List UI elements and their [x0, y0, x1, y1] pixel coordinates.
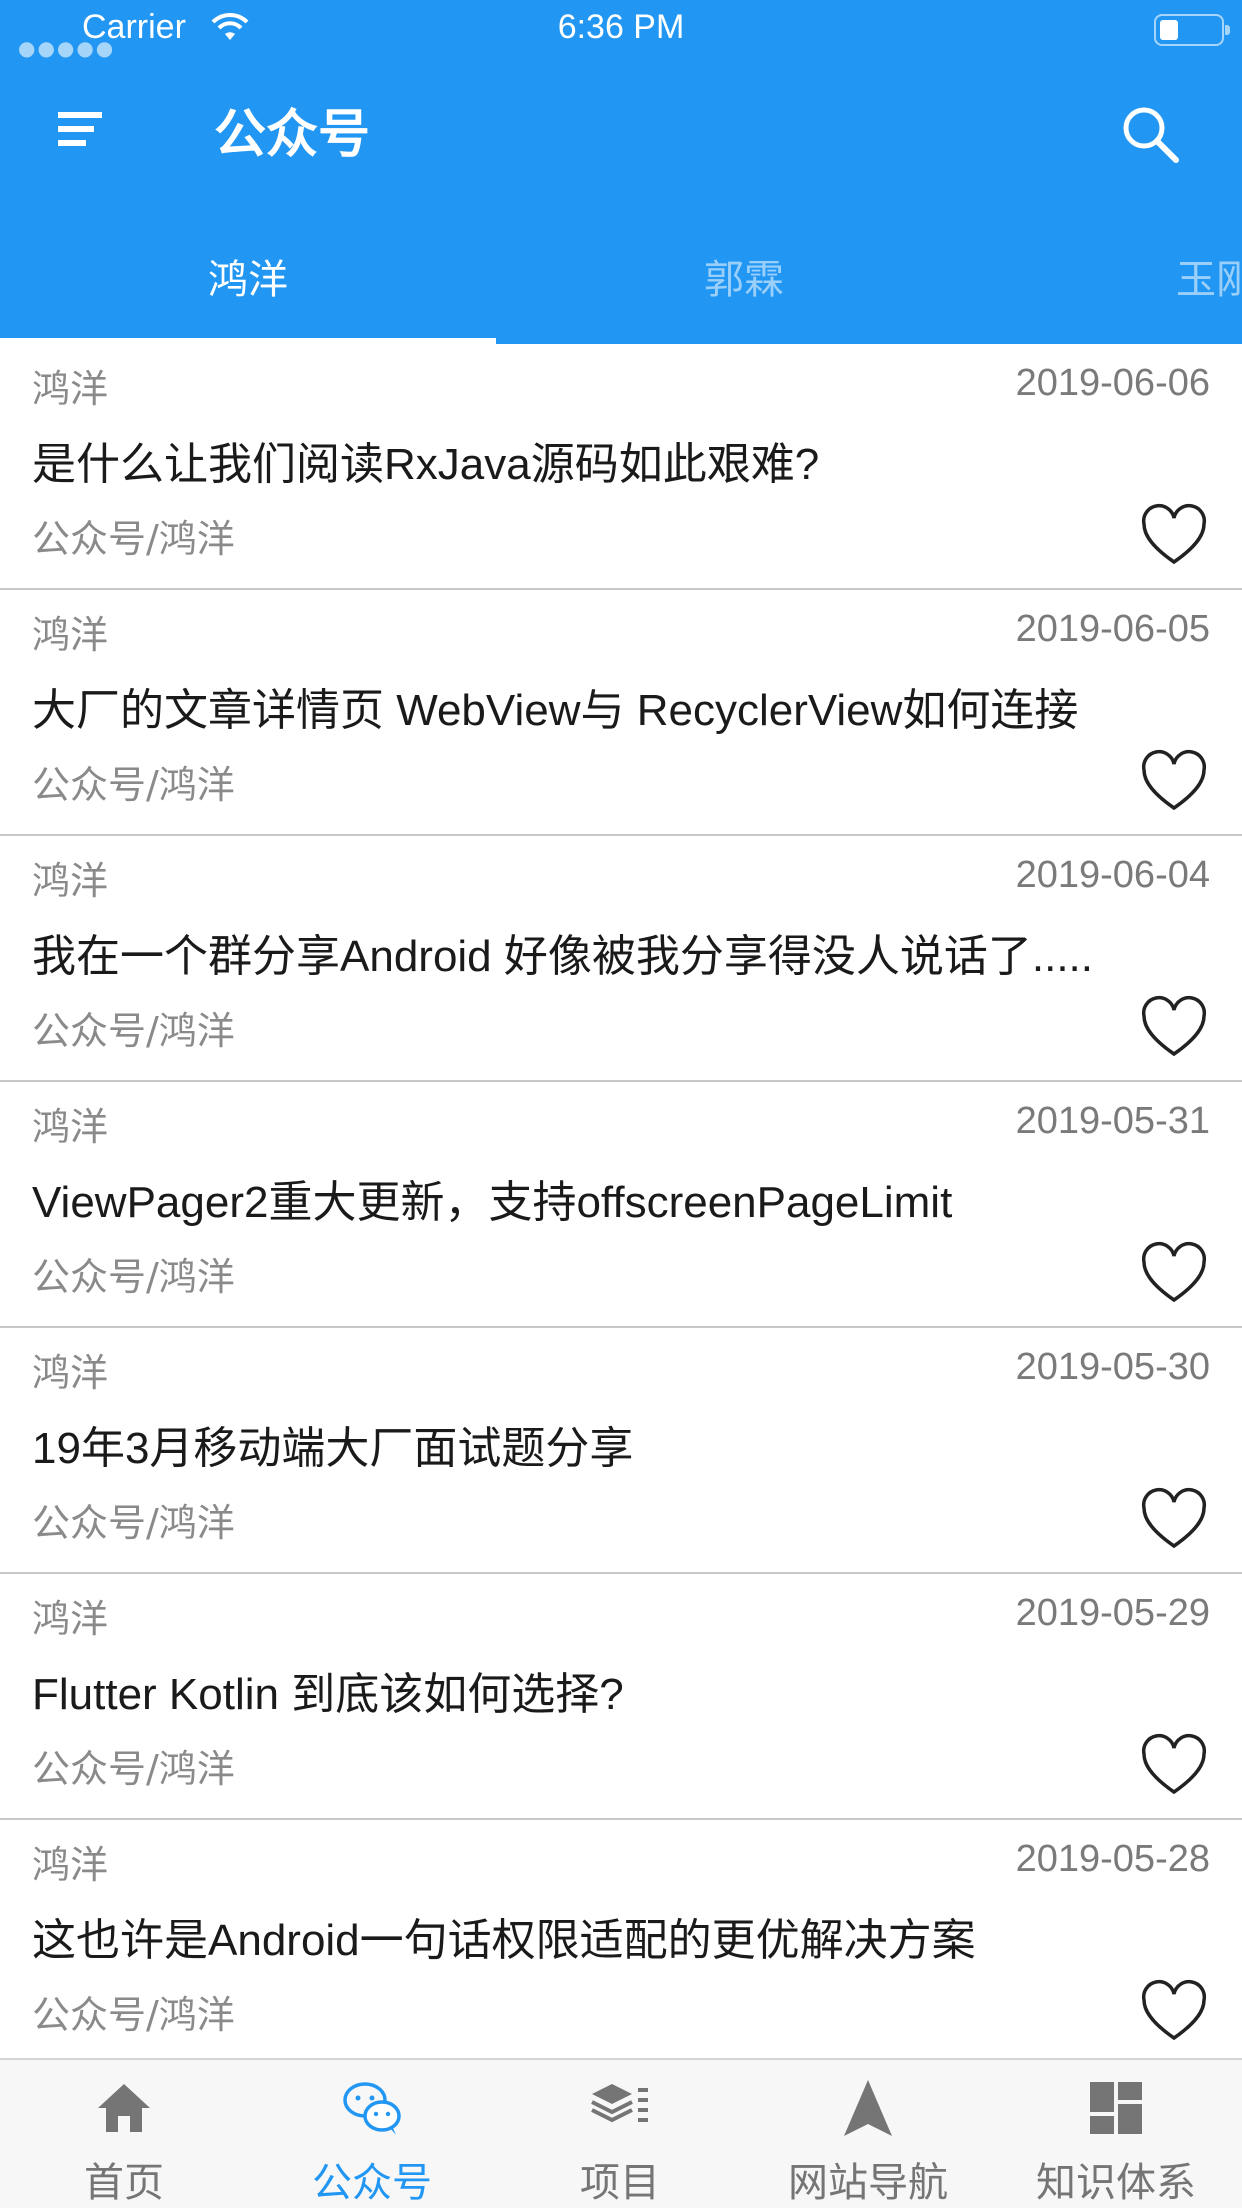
article-author: 鸿洋 — [32, 1843, 109, 1887]
article-author: 鸿洋 — [32, 859, 109, 903]
heart-icon[interactable] — [1138, 1238, 1210, 1310]
list-item[interactable]: 鸿洋 2019-06-04 我在一个群分享Android 好像被我分享得没人说话… — [0, 836, 1242, 1082]
article-date: 2019-06-05 — [1015, 608, 1210, 650]
nav-label: 知识体系 — [1036, 2160, 1196, 2206]
article-date: 2019-05-31 — [1015, 1100, 1210, 1142]
navigation-icon — [844, 2080, 892, 2136]
article-author: 鸿洋 — [32, 1597, 109, 1641]
article-title[interactable]: 19年3月移动端大厂面试题分享 — [32, 1412, 1212, 1476]
list-item[interactable]: 鸿洋 2019-06-06 是什么让我们阅读RxJava源码如此艰难? 公众号/… — [0, 344, 1242, 590]
nav-label: 公众号 — [312, 2160, 432, 2206]
list-item[interactable]: 鸿洋 2019-05-30 19年3月移动端大厂面试题分享 公众号/鸿洋 — [0, 1328, 1242, 1574]
article-author: 鸿洋 — [32, 1105, 109, 1149]
heart-icon[interactable] — [1138, 746, 1210, 818]
article-title[interactable]: 这也许是Android一句话权限适配的更优解决方案 — [32, 1904, 1212, 1968]
article-date: 2019-06-06 — [1015, 362, 1210, 404]
article-author: 鸿洋 — [32, 1351, 109, 1395]
heart-icon[interactable] — [1138, 992, 1210, 1064]
nav-item-navigation[interactable]: 网站导航 — [744, 2060, 992, 2208]
list-item[interactable]: 鸿洋 2019-06-05 大厂的文章详情页 WebView与 Recycler… — [0, 590, 1242, 836]
article-date: 2019-06-04 — [1015, 854, 1210, 896]
nav-label: 网站导航 — [788, 2160, 948, 2206]
nav-item-projects[interactable]: 项目 — [496, 2060, 744, 2208]
article-author: 鸿洋 — [32, 613, 109, 657]
search-icon[interactable] — [1116, 100, 1186, 170]
status-time: 6:36 PM — [557, 8, 685, 46]
article-date: 2019-05-28 — [1015, 1838, 1210, 1880]
page-title: 公众号 — [214, 105, 371, 165]
heart-icon[interactable] — [1138, 1730, 1210, 1802]
article-chapter: 公众号/鸿洋 — [32, 763, 235, 807]
tab-yugang[interactable]: 玉刚说 — [1176, 236, 1242, 344]
tab-guolin[interactable]: 郭霖 — [496, 236, 992, 344]
heart-icon[interactable] — [1138, 500, 1210, 572]
dashboard-icon — [1090, 2082, 1142, 2134]
article-chapter: 公众号/鸿洋 — [32, 1747, 235, 1791]
status-bar: ●●●●● Carrier 6:36 PM — [0, 0, 1242, 60]
nav-label: 项目 — [580, 2160, 660, 2206]
article-title[interactable]: 我在一个群分享Android 好像被我分享得没人说话了..... — [32, 920, 1212, 984]
app-header: ●●●●● Carrier 6:36 PM 公众号 鸿洋 郭霖 玉刚说 — [0, 0, 1242, 344]
article-chapter: 公众号/鸿洋 — [32, 1501, 235, 1545]
tab-bar: 鸿洋 郭霖 玉刚说 — [0, 236, 1242, 344]
nav-item-home[interactable]: 首页 — [0, 2060, 248, 2208]
article-title[interactable]: 大厂的文章详情页 WebView与 RecyclerView如何连接 — [32, 674, 1212, 738]
article-title[interactable]: 是什么让我们阅读RxJava源码如此艰难? — [32, 428, 1212, 492]
article-date: 2019-05-30 — [1015, 1346, 1210, 1388]
article-chapter: 公众号/鸿洋 — [32, 517, 235, 561]
article-title[interactable]: Flutter Kotlin 到底该如何选择? — [32, 1658, 1212, 1722]
wechat-icon — [343, 2082, 401, 2135]
article-author: 鸿洋 — [32, 367, 109, 411]
article-chapter: 公众号/鸿洋 — [32, 1255, 235, 1299]
list-item[interactable]: 鸿洋 2019-05-29 Flutter Kotlin 到底该如何选择? 公众… — [0, 1574, 1242, 1820]
bottom-navigation: 首页 公众号 项目 网站导航 知识体系 — [0, 2058, 1242, 2208]
article-chapter: 公众号/鸿洋 — [32, 1009, 235, 1053]
menu-icon[interactable] — [50, 100, 110, 160]
battery-icon — [1154, 14, 1230, 46]
article-list: 鸿洋 2019-06-06 是什么让我们阅读RxJava源码如此艰难? 公众号/… — [0, 344, 1242, 2066]
article-title[interactable]: ViewPager2重大更新，支持offscreenPageLimit — [32, 1166, 1212, 1230]
nav-label: 首页 — [84, 2160, 164, 2206]
nav-item-wechat[interactable]: 公众号 — [248, 2060, 496, 2208]
list-item[interactable]: 鸿洋 2019-05-31 ViewPager2重大更新，支持offscreen… — [0, 1082, 1242, 1328]
heart-icon[interactable] — [1138, 1976, 1210, 2048]
layers-icon — [591, 2084, 648, 2123]
home-icon — [98, 2084, 150, 2132]
list-item[interactable]: 鸿洋 2019-05-28 这也许是Android一句话权限适配的更优解决方案 … — [0, 1820, 1242, 2066]
article-chapter: 公众号/鸿洋 — [32, 1993, 235, 2037]
article-date: 2019-05-29 — [1015, 1592, 1210, 1634]
heart-icon[interactable] — [1138, 1484, 1210, 1556]
tab-hongyang[interactable]: 鸿洋 — [0, 236, 496, 344]
nav-item-knowledge[interactable]: 知识体系 — [992, 2060, 1240, 2208]
